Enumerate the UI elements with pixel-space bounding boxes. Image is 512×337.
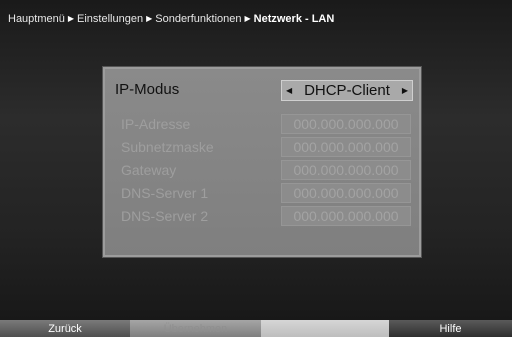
tv-menu-screen: Hauptmenü ▶ Einstellungen ▶ Sonderfunktionen… — [0, 0, 512, 337]
ip-mode-label: IP-Modus — [115, 81, 180, 98]
subnet-mask-row: Subnetzmaske 000.000.000.000 — [113, 137, 411, 158]
gateway-field: 000.000.000.000 — [281, 160, 411, 180]
dns-server-1-field: 000.000.000.000 — [281, 183, 411, 203]
function-key-bar: Zurück Übernehmen Hilfe — [0, 320, 512, 337]
apply-button[interactable]: Übernehmen — [130, 320, 261, 337]
dns-server-2-label: DNS-Server 2 — [121, 208, 209, 224]
help-button[interactable]: Hilfe — [389, 320, 512, 337]
subnet-mask-field: 000.000.000.000 — [281, 137, 411, 157]
breadcrumb-item-main-menu[interactable]: Hauptmenü — [8, 13, 65, 25]
breadcrumb-item-settings[interactable]: Einstellungen — [77, 13, 143, 25]
network-settings-panel: IP-Modus ◀ DHCP-Client ▶ IP-Adresse 000.… — [103, 67, 421, 257]
breadcrumb-item-network-lan: Netzwerk - LAN — [253, 13, 335, 25]
ip-address-field: 000.000.000.000 — [281, 114, 411, 134]
ip-address-row: IP-Adresse 000.000.000.000 — [113, 114, 411, 135]
ip-mode-value: DHCP-Client — [304, 82, 390, 99]
gateway-label: Gateway — [121, 162, 177, 178]
breadcrumb: Hauptmenü ▶ Einstellungen ▶ Sonderfunktionen… — [8, 11, 334, 27]
breadcrumb-item-special-functions[interactable]: Sonderfunktionen — [155, 13, 241, 25]
triangle-right-icon[interactable]: ▶ — [402, 86, 408, 95]
dns-server-2-field: 000.000.000.000 — [281, 206, 411, 226]
dns-server-1-row: DNS-Server 1 000.000.000.000 — [113, 183, 411, 204]
breadcrumb-separator-icon: ▶ — [146, 14, 153, 23]
breadcrumb-separator-icon: ▶ — [67, 14, 75, 23]
back-button[interactable]: Zurück — [0, 320, 130, 337]
triangle-left-icon[interactable]: ◀ — [286, 86, 292, 95]
gateway-row: Gateway 000.000.000.000 — [113, 160, 411, 181]
dns-server-1-label: DNS-Server 1 — [121, 185, 209, 201]
ip-mode-selector[interactable]: ◀ DHCP-Client ▶ — [281, 80, 413, 101]
subnet-mask-label: Subnetzmaske — [121, 139, 214, 155]
breadcrumb-separator-icon: ▶ — [244, 14, 251, 23]
yellow-function-button[interactable] — [261, 320, 389, 337]
ip-address-label: IP-Adresse — [121, 116, 191, 132]
dns-server-2-row: DNS-Server 2 000.000.000.000 — [113, 206, 411, 227]
